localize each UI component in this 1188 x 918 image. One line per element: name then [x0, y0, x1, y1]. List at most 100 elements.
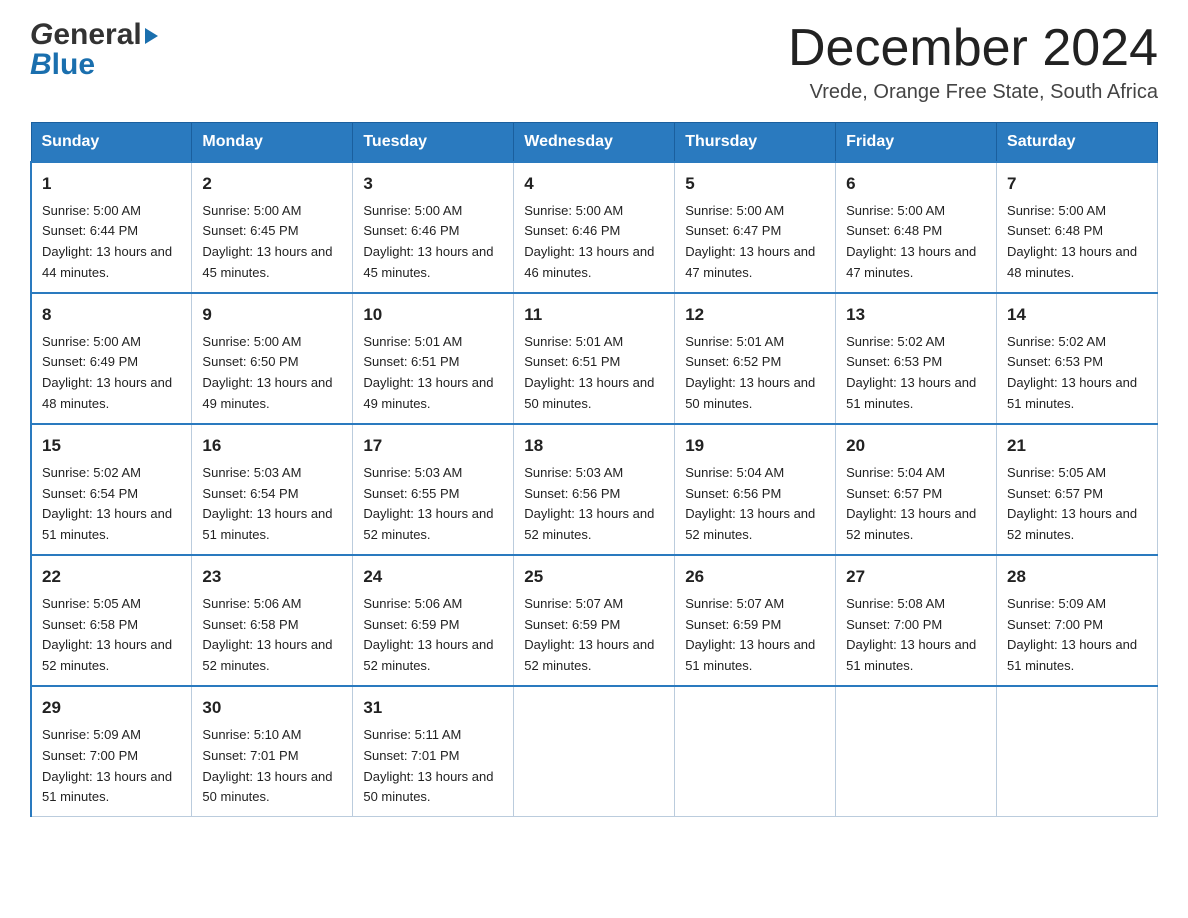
day-info: Sunrise: 5:01 AMSunset: 6:51 PMDaylight:…: [524, 334, 654, 412]
col-monday: Monday: [192, 123, 353, 163]
day-info: Sunrise: 5:00 AMSunset: 6:48 PMDaylight:…: [846, 203, 976, 281]
day-number: 19: [685, 433, 825, 459]
day-info: Sunrise: 5:00 AMSunset: 6:46 PMDaylight:…: [524, 203, 654, 281]
day-info: Sunrise: 5:00 AMSunset: 6:46 PMDaylight:…: [363, 203, 493, 281]
calendar-day-cell: [514, 686, 675, 817]
calendar-day-cell: 25 Sunrise: 5:07 AMSunset: 6:59 PMDaylig…: [514, 555, 675, 686]
calendar-day-cell: 8 Sunrise: 5:00 AMSunset: 6:49 PMDayligh…: [31, 293, 192, 424]
day-info: Sunrise: 5:09 AMSunset: 7:00 PMDaylight:…: [42, 727, 172, 805]
day-number: 6: [846, 171, 986, 197]
day-number: 28: [1007, 564, 1147, 590]
day-info: Sunrise: 5:07 AMSunset: 6:59 PMDaylight:…: [524, 596, 654, 674]
subtitle: Vrede, Orange Free State, South Africa: [788, 81, 1158, 104]
day-number: 16: [202, 433, 342, 459]
day-info: Sunrise: 5:00 AMSunset: 6:45 PMDaylight:…: [202, 203, 332, 281]
day-number: 14: [1007, 302, 1147, 328]
day-info: Sunrise: 5:02 AMSunset: 6:54 PMDaylight:…: [42, 465, 172, 543]
calendar-day-cell: 12 Sunrise: 5:01 AMSunset: 6:52 PMDaylig…: [675, 293, 836, 424]
calendar-day-cell: 10 Sunrise: 5:01 AMSunset: 6:51 PMDaylig…: [353, 293, 514, 424]
day-info: Sunrise: 5:09 AMSunset: 7:00 PMDaylight:…: [1007, 596, 1137, 674]
day-info: Sunrise: 5:00 AMSunset: 6:44 PMDaylight:…: [42, 203, 172, 281]
day-number: 25: [524, 564, 664, 590]
day-info: Sunrise: 5:04 AMSunset: 6:57 PMDaylight:…: [846, 465, 976, 543]
calendar-day-cell: 2 Sunrise: 5:00 AMSunset: 6:45 PMDayligh…: [192, 162, 353, 293]
logo-arrow-icon: [145, 28, 158, 44]
day-info: Sunrise: 5:03 AMSunset: 6:54 PMDaylight:…: [202, 465, 332, 543]
day-info: Sunrise: 5:08 AMSunset: 7:00 PMDaylight:…: [846, 596, 976, 674]
calendar-day-cell: 26 Sunrise: 5:07 AMSunset: 6:59 PMDaylig…: [675, 555, 836, 686]
day-info: Sunrise: 5:10 AMSunset: 7:01 PMDaylight:…: [202, 727, 332, 805]
calendar-day-cell: 13 Sunrise: 5:02 AMSunset: 6:53 PMDaylig…: [836, 293, 997, 424]
col-thursday: Thursday: [675, 123, 836, 163]
calendar-day-cell: 23 Sunrise: 5:06 AMSunset: 6:58 PMDaylig…: [192, 555, 353, 686]
calendar-day-cell: 6 Sunrise: 5:00 AMSunset: 6:48 PMDayligh…: [836, 162, 997, 293]
calendar-day-cell: 16 Sunrise: 5:03 AMSunset: 6:54 PMDaylig…: [192, 424, 353, 555]
day-number: 27: [846, 564, 986, 590]
col-saturday: Saturday: [997, 123, 1158, 163]
calendar-week-row: 15 Sunrise: 5:02 AMSunset: 6:54 PMDaylig…: [31, 424, 1158, 555]
day-number: 15: [42, 433, 181, 459]
calendar-day-cell: 28 Sunrise: 5:09 AMSunset: 7:00 PMDaylig…: [997, 555, 1158, 686]
calendar-day-cell: [675, 686, 836, 817]
calendar-week-row: 29 Sunrise: 5:09 AMSunset: 7:00 PMDaylig…: [31, 686, 1158, 817]
calendar-day-cell: 4 Sunrise: 5:00 AMSunset: 6:46 PMDayligh…: [514, 162, 675, 293]
logo-text-blue-rest: lue: [52, 50, 95, 80]
day-info: Sunrise: 5:01 AMSunset: 6:52 PMDaylight:…: [685, 334, 815, 412]
day-info: Sunrise: 5:00 AMSunset: 6:49 PMDaylight:…: [42, 334, 172, 412]
logo: G eneral B lue: [30, 20, 158, 80]
calendar-week-row: 22 Sunrise: 5:05 AMSunset: 6:58 PMDaylig…: [31, 555, 1158, 686]
day-number: 30: [202, 695, 342, 721]
calendar-table: Sunday Monday Tuesday Wednesday Thursday…: [30, 122, 1158, 817]
logo-text-general-rest: eneral: [53, 20, 141, 50]
day-info: Sunrise: 5:02 AMSunset: 6:53 PMDaylight:…: [1007, 334, 1137, 412]
page-header: G eneral B lue December 2024 Vrede, Oran…: [30, 20, 1158, 104]
calendar-day-cell: 22 Sunrise: 5:05 AMSunset: 6:58 PMDaylig…: [31, 555, 192, 686]
day-info: Sunrise: 5:06 AMSunset: 6:59 PMDaylight:…: [363, 596, 493, 674]
day-info: Sunrise: 5:02 AMSunset: 6:53 PMDaylight:…: [846, 334, 976, 412]
day-info: Sunrise: 5:06 AMSunset: 6:58 PMDaylight:…: [202, 596, 332, 674]
calendar-day-cell: 1 Sunrise: 5:00 AMSunset: 6:44 PMDayligh…: [31, 162, 192, 293]
calendar-day-cell: 31 Sunrise: 5:11 AMSunset: 7:01 PMDaylig…: [353, 686, 514, 817]
calendar-day-cell: 19 Sunrise: 5:04 AMSunset: 6:56 PMDaylig…: [675, 424, 836, 555]
calendar-header-row: Sunday Monday Tuesday Wednesday Thursday…: [31, 123, 1158, 163]
calendar-day-cell: 29 Sunrise: 5:09 AMSunset: 7:00 PMDaylig…: [31, 686, 192, 817]
day-number: 7: [1007, 171, 1147, 197]
calendar-day-cell: 21 Sunrise: 5:05 AMSunset: 6:57 PMDaylig…: [997, 424, 1158, 555]
day-number: 1: [42, 171, 181, 197]
day-number: 5: [685, 171, 825, 197]
day-number: 24: [363, 564, 503, 590]
calendar-day-cell: 9 Sunrise: 5:00 AMSunset: 6:50 PMDayligh…: [192, 293, 353, 424]
calendar-day-cell: 20 Sunrise: 5:04 AMSunset: 6:57 PMDaylig…: [836, 424, 997, 555]
day-info: Sunrise: 5:05 AMSunset: 6:57 PMDaylight:…: [1007, 465, 1137, 543]
day-number: 2: [202, 171, 342, 197]
day-number: 13: [846, 302, 986, 328]
day-number: 31: [363, 695, 503, 721]
calendar-day-cell: [997, 686, 1158, 817]
logo-text-blue-b: B: [30, 50, 52, 80]
day-info: Sunrise: 5:05 AMSunset: 6:58 PMDaylight:…: [42, 596, 172, 674]
day-number: 12: [685, 302, 825, 328]
calendar-week-row: 8 Sunrise: 5:00 AMSunset: 6:49 PMDayligh…: [31, 293, 1158, 424]
calendar-day-cell: 14 Sunrise: 5:02 AMSunset: 6:53 PMDaylig…: [997, 293, 1158, 424]
day-number: 26: [685, 564, 825, 590]
calendar-day-cell: 27 Sunrise: 5:08 AMSunset: 7:00 PMDaylig…: [836, 555, 997, 686]
main-title: December 2024: [788, 20, 1158, 77]
calendar-day-cell: 11 Sunrise: 5:01 AMSunset: 6:51 PMDaylig…: [514, 293, 675, 424]
calendar-day-cell: 7 Sunrise: 5:00 AMSunset: 6:48 PMDayligh…: [997, 162, 1158, 293]
day-info: Sunrise: 5:01 AMSunset: 6:51 PMDaylight:…: [363, 334, 493, 412]
day-number: 9: [202, 302, 342, 328]
day-info: Sunrise: 5:07 AMSunset: 6:59 PMDaylight:…: [685, 596, 815, 674]
day-info: Sunrise: 5:04 AMSunset: 6:56 PMDaylight:…: [685, 465, 815, 543]
day-number: 3: [363, 171, 503, 197]
day-number: 22: [42, 564, 181, 590]
day-number: 21: [1007, 433, 1147, 459]
day-info: Sunrise: 5:03 AMSunset: 6:56 PMDaylight:…: [524, 465, 654, 543]
day-number: 8: [42, 302, 181, 328]
calendar-day-cell: 30 Sunrise: 5:10 AMSunset: 7:01 PMDaylig…: [192, 686, 353, 817]
day-number: 23: [202, 564, 342, 590]
day-info: Sunrise: 5:00 AMSunset: 6:50 PMDaylight:…: [202, 334, 332, 412]
col-friday: Friday: [836, 123, 997, 163]
title-block: December 2024 Vrede, Orange Free State, …: [788, 20, 1158, 104]
calendar-day-cell: 17 Sunrise: 5:03 AMSunset: 6:55 PMDaylig…: [353, 424, 514, 555]
calendar-day-cell: 3 Sunrise: 5:00 AMSunset: 6:46 PMDayligh…: [353, 162, 514, 293]
